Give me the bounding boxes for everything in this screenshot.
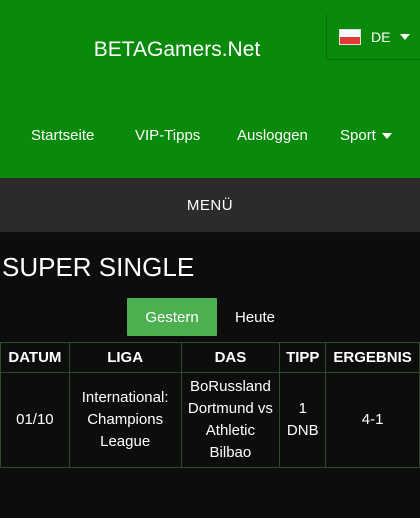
column-header-das: DAS <box>180 342 281 373</box>
nav-item-vip-tipps[interactable]: VIP-Tipps <box>135 127 200 144</box>
page-title: SUPER SINGLE <box>2 252 195 282</box>
table-header-row: DATUM LIGA DAS TIPP ERGEBNIS <box>0 342 420 373</box>
german-flag-icon <box>339 28 361 45</box>
cell-das: BoRussland Dortmund vs Athletic Bilbao <box>180 372 281 468</box>
nav-item-ausloggen[interactable]: Ausloggen <box>237 127 308 144</box>
cell-datum: 01/10 <box>0 372 70 468</box>
tab-heute[interactable]: Heute <box>220 298 290 336</box>
tab-gestern[interactable]: Gestern <box>127 298 217 336</box>
cell-tipp: 1 DNB <box>279 372 327 468</box>
chevron-down-icon <box>400 33 411 40</box>
menu-toggle-bar[interactable]: MENÜ <box>0 178 420 233</box>
table-row: 01/10 International: Champions League Bo… <box>0 372 420 468</box>
nav-item-sport[interactable]: Sport <box>340 127 392 144</box>
column-header-ergebnis: ERGEBNIS <box>325 342 420 373</box>
page-bottom-edge <box>0 505 420 518</box>
main-nav: Startseite VIP-Tipps Ausloggen Sport <box>0 127 420 151</box>
column-header-liga: LIGA <box>68 342 182 373</box>
brand-logo-text[interactable]: BETAGamers.Net <box>0 38 354 62</box>
language-code: DE <box>371 28 391 45</box>
nav-item-sport-label: Sport <box>340 127 376 144</box>
column-header-datum: DATUM <box>0 342 70 373</box>
nav-item-startseite[interactable]: Startseite <box>31 127 94 144</box>
language-selector[interactable]: DE <box>326 14 420 60</box>
chevron-down-icon <box>381 132 392 139</box>
tips-table: DATUM LIGA DAS TIPP ERGEBNIS 01/10 Inter… <box>0 342 420 468</box>
cell-liga: International: Champions League <box>68 372 182 468</box>
site-header: BETAGamers.Net DE Startseite VIP-Tipps A… <box>0 0 420 178</box>
cell-ergebnis: 4-1 <box>325 372 420 468</box>
column-header-tipp: TIPP <box>279 342 327 373</box>
